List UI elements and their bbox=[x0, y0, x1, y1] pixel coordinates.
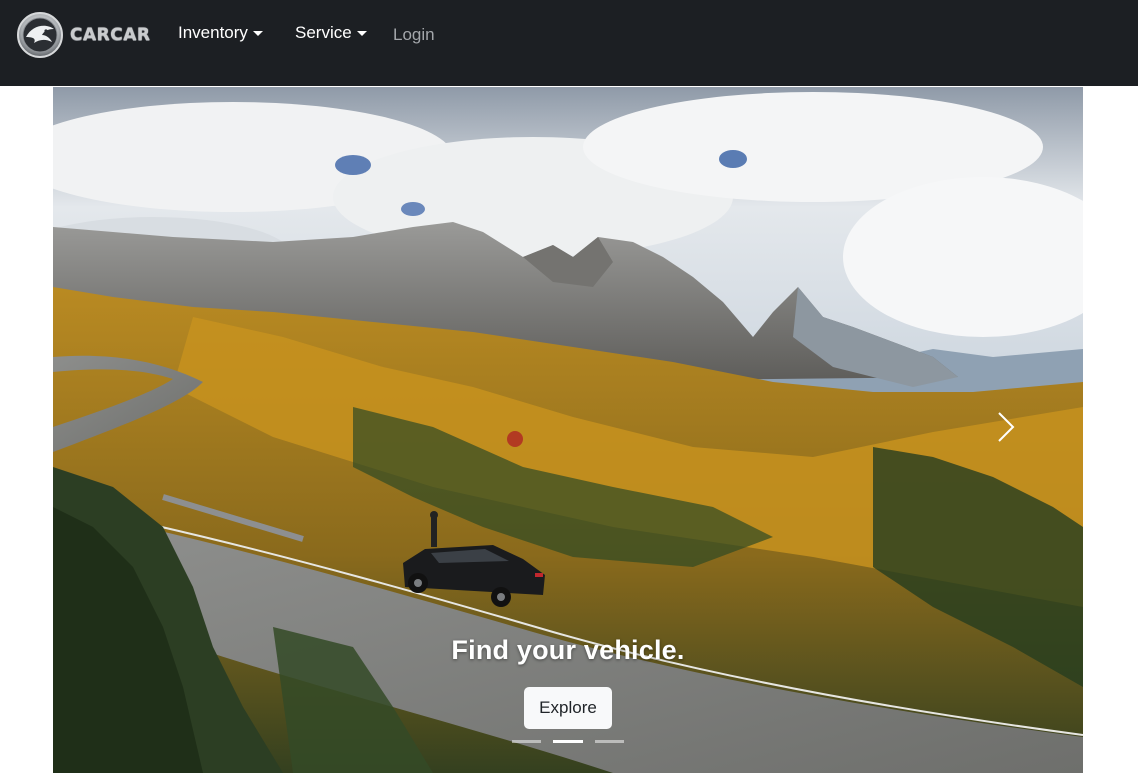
nav-service-label: Service bbox=[295, 23, 352, 42]
hero-slide-image bbox=[53, 87, 1083, 773]
carcar-logo-icon bbox=[17, 12, 63, 58]
chevron-right-icon bbox=[998, 412, 1015, 442]
carousel-caption: Find your vehicle. bbox=[53, 635, 1083, 666]
chevron-left-icon bbox=[113, 407, 153, 447]
brand-link[interactable]: CARCAR bbox=[16, 10, 150, 60]
carousel-indicators bbox=[512, 740, 624, 746]
caret-down-icon bbox=[356, 30, 367, 36]
caption-title: Find your vehicle. bbox=[451, 635, 685, 665]
caret-down-icon bbox=[252, 30, 263, 36]
carousel-indicator[interactable] bbox=[594, 740, 624, 743]
explore-button[interactable]: Explore bbox=[524, 687, 612, 729]
carousel-indicator[interactable] bbox=[512, 740, 542, 743]
carousel-indicator-active[interactable] bbox=[553, 740, 583, 743]
carousel-next-button[interactable] bbox=[989, 407, 1029, 447]
nav-service-dropdown[interactable]: Service bbox=[295, 19, 367, 47]
brand-name: CARCAR bbox=[70, 25, 151, 45]
nav-login-link[interactable]: Login bbox=[393, 21, 435, 49]
navbar: CARCAR Inventory Service Login bbox=[0, 0, 1138, 86]
nav-inventory-label: Inventory bbox=[178, 23, 248, 42]
hero-carousel: Find your vehicle. Explore bbox=[53, 87, 1083, 773]
carousel-prev-button[interactable] bbox=[113, 407, 153, 447]
nav-login-label: Login bbox=[393, 25, 435, 44]
nav-inventory-dropdown[interactable]: Inventory bbox=[178, 19, 263, 47]
